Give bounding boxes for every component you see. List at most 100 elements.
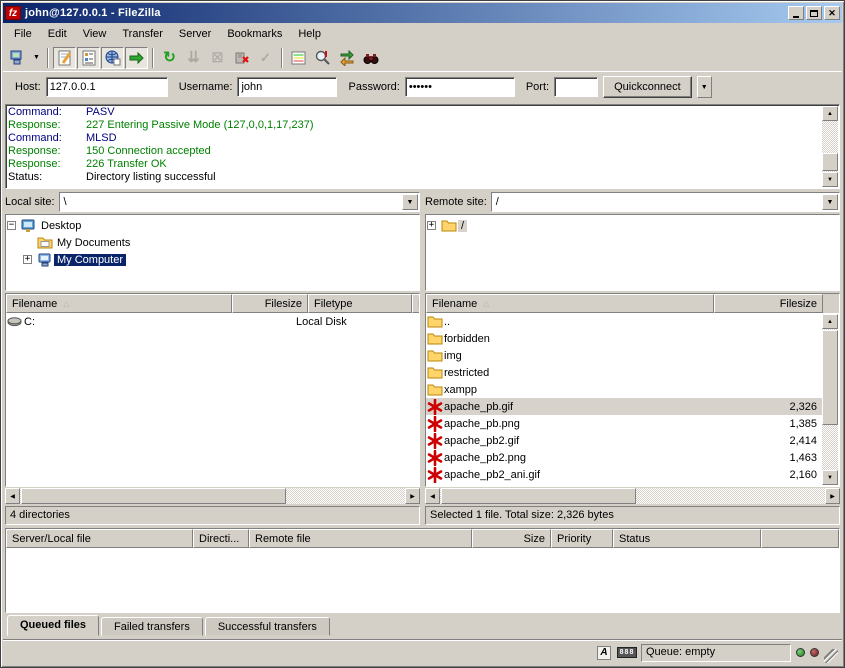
menu-item-help[interactable]: Help bbox=[291, 26, 328, 42]
filter-icon[interactable] bbox=[311, 47, 334, 69]
local-file-list[interactable]: Filename△ Filesize Filetype L C: Local D… bbox=[5, 293, 420, 487]
minimize-button[interactable] bbox=[788, 6, 804, 20]
remote-file-row[interactable]: apache_pb2.png1,463 bbox=[426, 449, 823, 466]
chevron-down-icon[interactable]: ▼ bbox=[402, 194, 418, 210]
collapse-icon[interactable]: − bbox=[7, 221, 16, 230]
log-line: Command:MLSD bbox=[8, 132, 821, 145]
log-lines: Command:PASV Response:227 Entering Passi… bbox=[8, 106, 821, 184]
scroll-up-icon[interactable]: ▲ bbox=[822, 106, 838, 121]
local-tree[interactable]: − Desktop My Documents + My Computer bbox=[5, 214, 420, 291]
menu-item-file[interactable]: File bbox=[7, 26, 39, 42]
cancel-operation-icon[interactable]: ☒ bbox=[206, 47, 229, 69]
tree-item-my-documents[interactable]: My Documents bbox=[7, 234, 418, 251]
menu-item-edit[interactable]: Edit bbox=[41, 26, 74, 42]
username-input[interactable] bbox=[237, 77, 337, 97]
scrollbar-thumb[interactable] bbox=[21, 488, 286, 504]
scroll-up-icon[interactable]: ▲ bbox=[822, 314, 838, 329]
expand-icon[interactable]: + bbox=[23, 255, 32, 264]
site-manager-dropdown[interactable]: ▼ bbox=[30, 47, 43, 69]
resize-grip[interactable] bbox=[824, 649, 838, 663]
main-split: Local site: \ ▼ − Desktop My Documents bbox=[3, 190, 842, 526]
host-input[interactable] bbox=[46, 77, 168, 97]
remote-file-row[interactable]: .. bbox=[426, 313, 823, 330]
menu-item-bookmarks[interactable]: Bookmarks bbox=[220, 26, 289, 42]
local-list-rows: C: Local Disk bbox=[6, 313, 419, 486]
quickconnect-button[interactable]: Quickconnect bbox=[603, 76, 692, 98]
toggle-local-tree-icon[interactable] bbox=[77, 47, 100, 69]
remote-tree[interactable]: + / bbox=[425, 214, 840, 291]
local-file-row[interactable]: C: Local Disk bbox=[6, 313, 419, 330]
scroll-down-icon[interactable]: ▼ bbox=[822, 470, 838, 485]
remote-site-combobox[interactable]: / ▼ bbox=[491, 192, 840, 212]
sort-ascending-icon: △ bbox=[483, 299, 489, 308]
scroll-left-icon[interactable]: ◀ bbox=[425, 488, 440, 504]
scroll-down-icon[interactable]: ▼ bbox=[822, 172, 838, 187]
remote-horizontal-scrollbar[interactable]: ◀ ▶ bbox=[425, 488, 840, 504]
menu-item-view[interactable]: View bbox=[76, 26, 114, 42]
column-filename[interactable]: Filename△ bbox=[426, 294, 714, 313]
speed-limit-indicator-icon[interactable]: 888 bbox=[618, 645, 636, 661]
remote-file-row[interactable]: forbidden bbox=[426, 330, 823, 347]
column-filesize[interactable]: Filesize bbox=[232, 294, 308, 313]
scroll-right-icon[interactable]: ▶ bbox=[825, 488, 840, 504]
queue-body[interactable] bbox=[6, 548, 839, 612]
local-horizontal-scrollbar[interactable]: ◀ ▶ bbox=[5, 488, 420, 504]
quickconnect-bar: Host: Username: Password: Port: Quickcon… bbox=[3, 71, 842, 102]
column-priority[interactable]: Priority bbox=[551, 529, 613, 548]
toggle-transfer-queue-icon[interactable] bbox=[125, 47, 148, 69]
menu-item-server[interactable]: Server bbox=[172, 26, 218, 42]
remote-vertical-scrollbar[interactable]: ▲ ▼ bbox=[822, 314, 838, 485]
scrollbar-thumb[interactable] bbox=[822, 330, 838, 425]
data-type-indicator-icon[interactable]: A bbox=[595, 645, 613, 661]
site-manager-icon[interactable] bbox=[6, 47, 29, 69]
local-site-combobox[interactable]: \ ▼ bbox=[59, 192, 420, 212]
remote-file-row[interactable]: apache_pb2.gif2,414 bbox=[426, 432, 823, 449]
remote-file-list[interactable]: Filename△ Filesize .. forbidden img rest… bbox=[425, 293, 840, 487]
tree-item-desktop[interactable]: − Desktop bbox=[7, 217, 418, 234]
directory-comparison-icon[interactable] bbox=[287, 47, 310, 69]
scroll-left-icon[interactable]: ◀ bbox=[5, 488, 20, 504]
remote-file-row[interactable]: restricted bbox=[426, 364, 823, 381]
log-line: Response:227 Entering Passive Mode (127,… bbox=[8, 119, 821, 132]
tab-queued-files[interactable]: Queued files bbox=[7, 615, 99, 636]
column-last-modified-clipped[interactable]: L bbox=[412, 294, 420, 313]
scrollbar-thumb[interactable] bbox=[822, 153, 838, 171]
remote-file-row-selected[interactable]: apache_pb.gif2,326 bbox=[426, 398, 823, 415]
remote-file-row[interactable]: apache_pb.png1,385 bbox=[426, 415, 823, 432]
column-filesize[interactable]: Filesize bbox=[714, 294, 823, 313]
process-queue-icon[interactable]: ⇊ bbox=[182, 47, 205, 69]
tree-item-my-computer[interactable]: + My Computer bbox=[7, 251, 418, 268]
maximize-button[interactable] bbox=[806, 6, 822, 20]
disconnect-icon[interactable] bbox=[230, 47, 253, 69]
menu-item-transfer[interactable]: Transfer bbox=[115, 26, 170, 42]
tab-failed-transfers[interactable]: Failed transfers bbox=[101, 617, 203, 636]
toggle-message-log-icon[interactable] bbox=[53, 47, 76, 69]
password-input[interactable] bbox=[405, 77, 515, 97]
column-status[interactable]: Status bbox=[613, 529, 761, 548]
column-filetype[interactable]: Filetype bbox=[308, 294, 412, 313]
log-vertical-scrollbar[interactable]: ▲ ▼ bbox=[822, 106, 838, 187]
refresh-icon[interactable]: ↻ bbox=[158, 47, 181, 69]
remote-file-row[interactable]: xampp bbox=[426, 381, 823, 398]
scroll-right-icon[interactable]: ▶ bbox=[405, 488, 420, 504]
remote-file-row[interactable]: img bbox=[426, 347, 823, 364]
tab-successful-transfers[interactable]: Successful transfers bbox=[205, 617, 330, 636]
remote-file-row[interactable]: apache_pb2_ani.gif2,160 bbox=[426, 466, 823, 483]
column-size[interactable]: Size bbox=[472, 529, 551, 548]
expand-icon[interactable]: + bbox=[427, 221, 436, 230]
column-filename[interactable]: Filename△ bbox=[6, 294, 232, 313]
message-log[interactable]: Command:PASV Response:227 Entering Passi… bbox=[5, 104, 840, 189]
toggle-remote-tree-icon[interactable] bbox=[101, 47, 124, 69]
reconnect-icon[interactable]: ✓ bbox=[254, 47, 277, 69]
port-input[interactable] bbox=[554, 77, 598, 97]
quickconnect-dropdown[interactable]: ▼ bbox=[697, 76, 712, 98]
column-server-local-file[interactable]: Server/Local file bbox=[6, 529, 193, 548]
tree-item-root[interactable]: + / bbox=[427, 217, 838, 234]
scrollbar-thumb[interactable] bbox=[441, 488, 636, 504]
synchronized-browsing-icon[interactable] bbox=[335, 47, 358, 69]
chevron-down-icon[interactable]: ▼ bbox=[822, 194, 838, 210]
column-direction[interactable]: Directi... bbox=[193, 529, 249, 548]
close-button[interactable]: ✕ bbox=[824, 6, 840, 20]
column-remote-file[interactable]: Remote file bbox=[249, 529, 472, 548]
find-files-icon[interactable] bbox=[359, 47, 382, 69]
